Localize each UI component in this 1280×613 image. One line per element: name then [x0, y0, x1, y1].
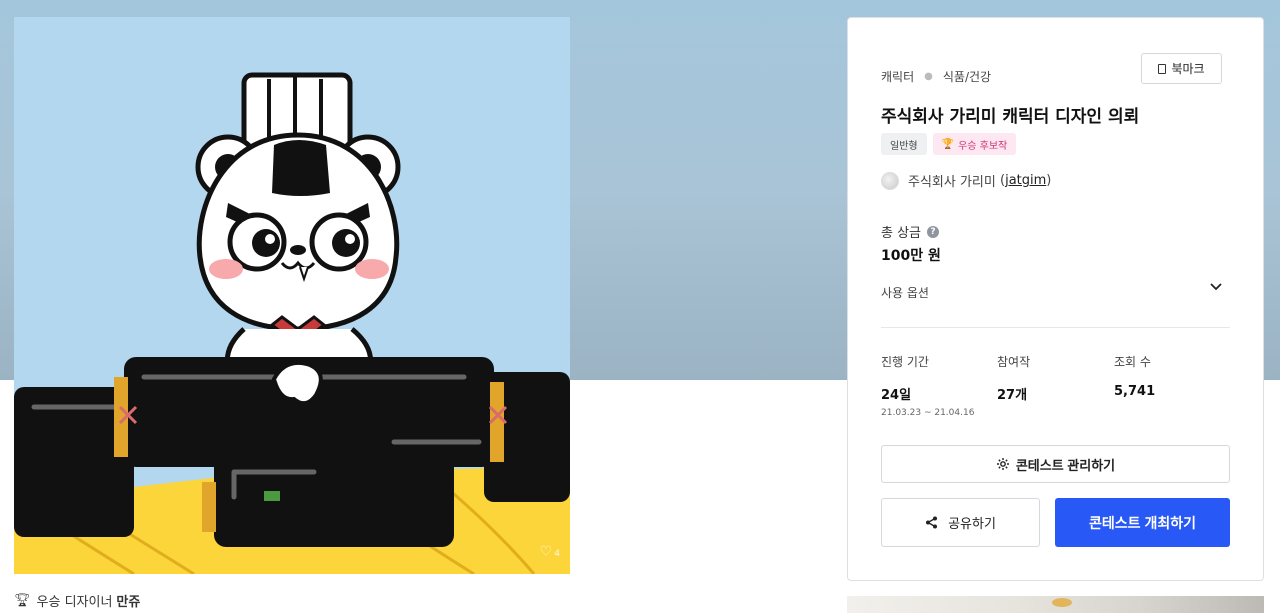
owner-handle-paren-close: )	[1046, 173, 1052, 188]
next-section-preview	[847, 596, 1264, 613]
manage-contest-label: 콘테스트 관리하기	[1015, 457, 1116, 473]
breadcrumb: 캐릭터 ● 식품/건강	[881, 68, 991, 85]
breadcrumb-subcategory[interactable]: 식품/건강	[943, 68, 991, 85]
stat-period-range: 21.03.23 ~ 21.04.16	[881, 408, 975, 418]
stat-views-label: 조회 수	[1114, 355, 1151, 369]
stat-views: 조회 수 5,741	[1114, 353, 1155, 399]
owner-handle-paren-open: (	[995, 173, 1006, 188]
designer-label: 우승 디자이너	[36, 594, 113, 610]
owner-name: 주식회사 가리미	[908, 175, 996, 190]
trophy-badge-icon: 🏆	[941, 138, 955, 150]
stat-entries-label: 참여작	[997, 355, 1031, 369]
prize-label: 총 상금	[881, 226, 922, 241]
badge-group: 일반형 🏆 우승 후보작	[881, 133, 1017, 155]
award-badge: 🏆 우승 후보작	[932, 133, 1017, 155]
preview-decoration	[1052, 598, 1072, 607]
stat-entries: 참여작 27개	[997, 353, 1030, 403]
bookmark-icon	[1158, 63, 1167, 74]
award-badge-label: 우승 후보작	[958, 140, 1008, 152]
share-icon	[926, 516, 938, 529]
contest-artwork[interactable]: ♡ 4	[14, 17, 570, 574]
bookmark-button[interactable]: 북마크	[1141, 53, 1222, 84]
bookmark-label: 북마크	[1171, 62, 1205, 76]
breadcrumb-separator: ●	[924, 71, 933, 82]
contest-owner: 주식회사 가리미 ( jatgim )	[881, 171, 1051, 190]
prize-label-row: 총 상금 ?	[881, 222, 940, 241]
stat-period-label: 진행 기간	[881, 355, 929, 369]
like-icon[interactable]: ♡ 4	[540, 544, 560, 560]
manage-contest-button[interactable]: 콘테스트 관리하기	[881, 445, 1230, 483]
chevron-down-icon[interactable]	[1207, 278, 1225, 296]
divider	[881, 327, 1230, 328]
help-icon[interactable]: ?	[927, 225, 940, 238]
designer-name[interactable]: 만쥬	[116, 591, 140, 610]
breadcrumb-category[interactable]: 캐릭터	[881, 68, 914, 85]
contest-type-badge: 일반형	[881, 133, 927, 155]
stat-period-value: 24일	[881, 388, 912, 403]
usage-options-label[interactable]: 사용 옵션	[881, 284, 929, 301]
character-illustration	[14, 17, 570, 574]
owner-avatar	[881, 171, 899, 190]
prize-value: 100만 원	[881, 248, 941, 264]
winner-designer: 🏆︎ 우승 디자이너 만쥬	[14, 591, 140, 610]
owner-handle-link[interactable]: jatgim	[1005, 173, 1046, 188]
stat-entries-value: 27개	[997, 388, 1028, 403]
stat-views-value: 5,741	[1114, 384, 1156, 399]
contest-info-panel: 캐릭터 ● 식품/건강 북마크 주식회사 가리미 캐릭터 디자인 의뢰 일반형 …	[847, 17, 1264, 581]
host-contest-button[interactable]: 콘테스트 개최하기	[1055, 498, 1230, 547]
stat-period: 진행 기간 24일 21.03.23 ~ 21.04.16	[881, 353, 974, 418]
share-label: 공유하기	[948, 516, 996, 531]
gear-icon	[996, 458, 1009, 470]
contest-title: 주식회사 가리미 캐릭터 디자인 의뢰	[881, 107, 1140, 127]
trophy-icon: 🏆︎	[14, 592, 31, 608]
like-count: 4	[554, 549, 560, 559]
share-button[interactable]: 공유하기	[881, 498, 1040, 547]
